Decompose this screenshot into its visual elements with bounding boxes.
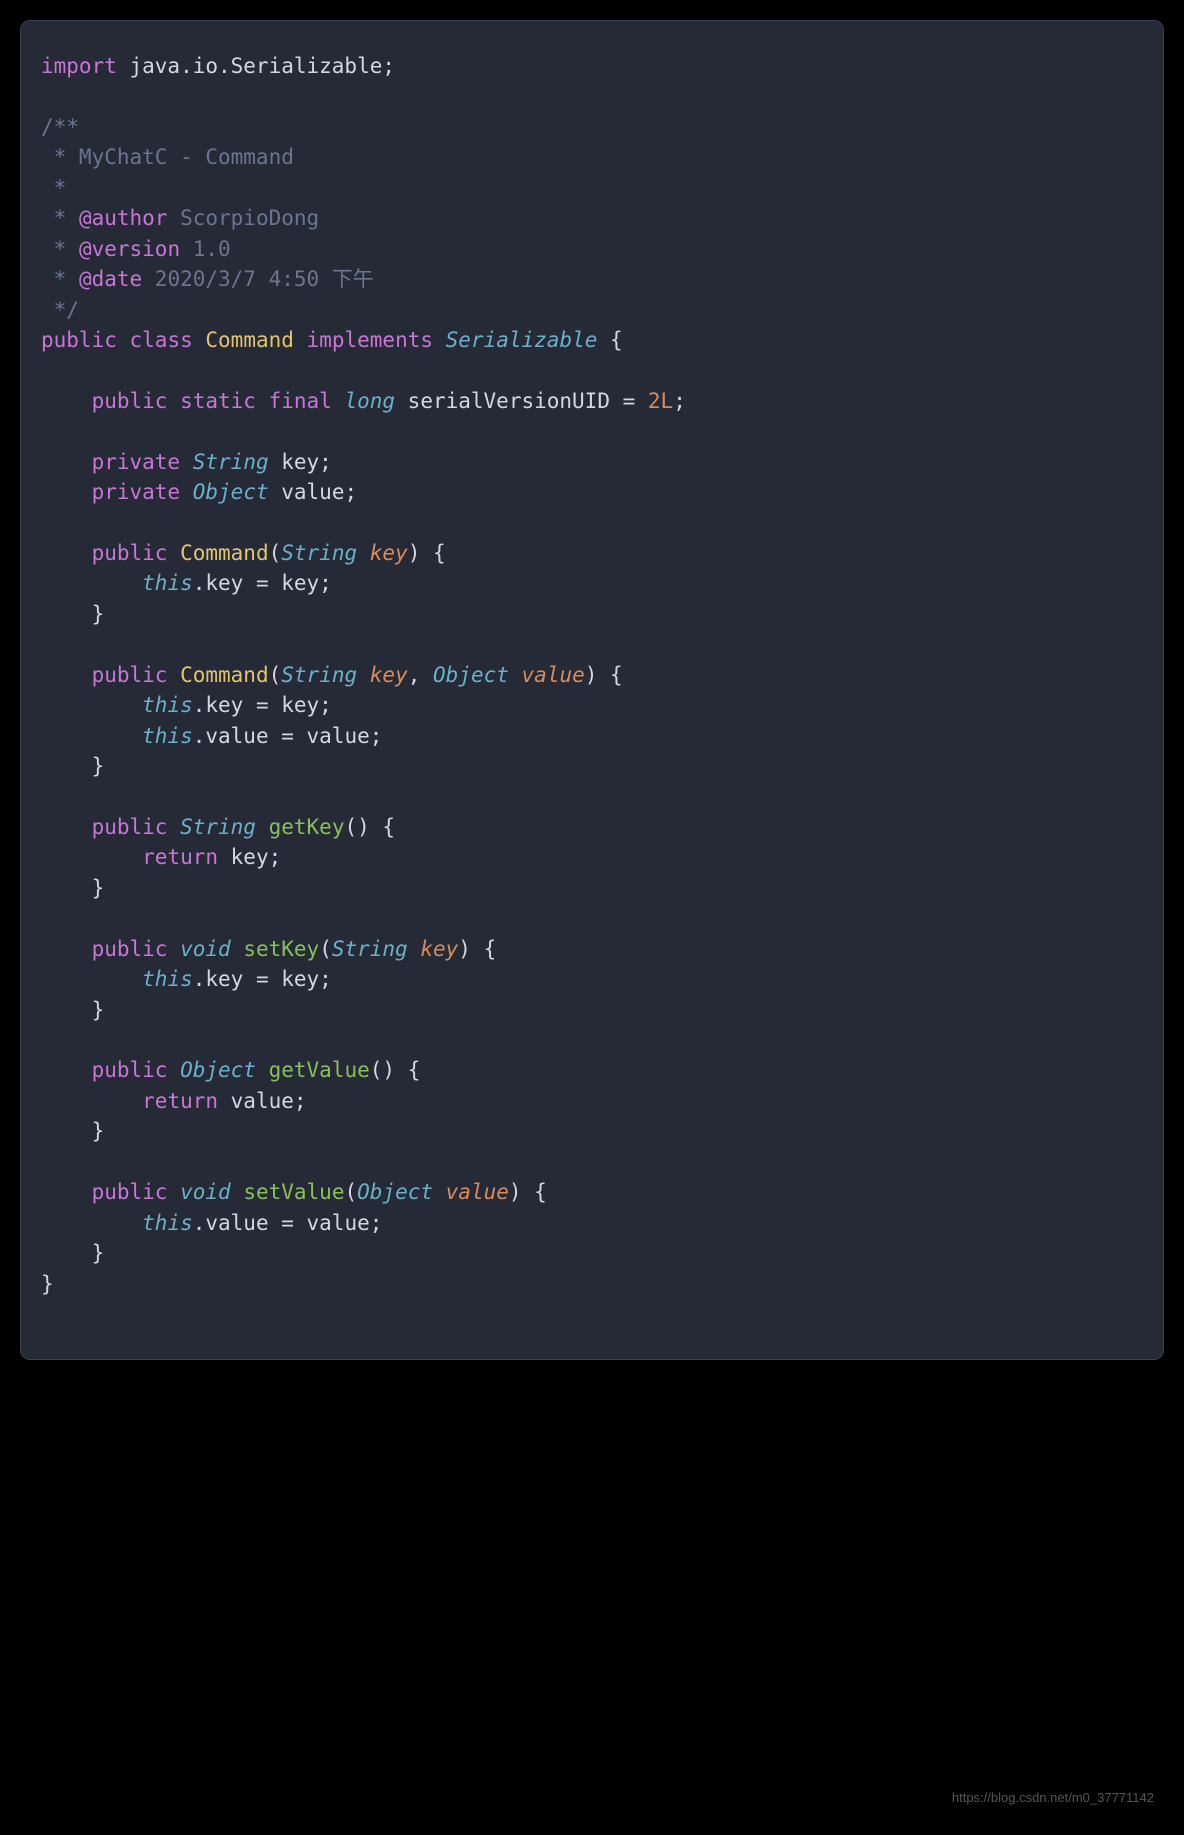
method-getvalue: getValue [269, 1058, 370, 1082]
method-getkey: getKey [269, 815, 345, 839]
paren-open: ( [269, 663, 282, 687]
keyword-return: return [142, 845, 218, 869]
javadoc-version-line: * @version 1.0 [41, 237, 231, 261]
method-setvalue: setValue [243, 1180, 344, 1204]
keyword-this: this [142, 724, 193, 748]
param-name: key [370, 663, 408, 687]
keyword-return: return [142, 1089, 218, 1113]
brace-close: } [92, 602, 105, 626]
method-setkey: setKey [243, 937, 319, 961]
paren-open: ( [344, 1180, 357, 1204]
param-name: value [522, 663, 585, 687]
sig-close: ) { [585, 663, 623, 687]
return-type: Object [180, 1058, 256, 1082]
javadoc-date-val: 2020/3/7 4:50 下午 [142, 267, 374, 291]
keyword-implements: implements [307, 328, 433, 352]
field-uid-name: serialVersionUID = [395, 389, 648, 413]
javadoc-date-tag: @date [79, 267, 142, 291]
javadoc-author-tag: @author [79, 206, 168, 230]
assign-value: .value = value; [193, 724, 383, 748]
keyword-public: public [92, 1058, 168, 1082]
type-serializable: Serializable [446, 328, 598, 352]
return-type: String [180, 815, 256, 839]
keyword-import: import [41, 54, 117, 78]
watermark: https://blog.csdn.net/m0_37771142 [952, 1790, 1154, 1805]
keyword-private: private [92, 480, 181, 504]
brace-close: } [92, 1241, 105, 1265]
sig-close: ) { [458, 937, 496, 961]
brace-close: } [92, 876, 105, 900]
param-type: String [332, 937, 408, 961]
brace-close: } [92, 1119, 105, 1143]
param-name: key [420, 937, 458, 961]
sig-close: () { [370, 1058, 421, 1082]
assign-key: .key = key; [193, 967, 332, 991]
keyword-public: public [92, 937, 168, 961]
keyword-public: public [41, 328, 117, 352]
param-name: value [446, 1180, 509, 1204]
brace-open: { [597, 328, 622, 352]
javadoc-author-line: * @author ScorpioDong [41, 206, 319, 230]
constructor-name: Command [180, 541, 269, 565]
sig-close: () { [344, 815, 395, 839]
keyword-public: public [92, 541, 168, 565]
param-type: Object [433, 663, 509, 687]
class-brace-close: } [41, 1272, 54, 1296]
field-uid-mods: public static final [92, 389, 332, 413]
javadoc-version-tag: @version [79, 237, 180, 261]
javadoc-version-val: 1.0 [180, 237, 231, 261]
assign-value: .value = value; [193, 1211, 383, 1235]
field-key-name: key; [269, 450, 332, 474]
return-val: value; [218, 1089, 307, 1113]
param-name: key [370, 541, 408, 565]
keyword-class: class [130, 328, 193, 352]
semicolon: ; [673, 389, 686, 413]
code-block: import java.io.Serializable; /** * MyCha… [20, 20, 1164, 1360]
param-type: Object [357, 1180, 433, 1204]
paren-open: ( [319, 937, 332, 961]
paren-open: ( [269, 541, 282, 565]
constructor-name: Command [180, 663, 269, 687]
field-value-name: value; [269, 480, 358, 504]
keyword-public: public [92, 1180, 168, 1204]
field-uid-val: 2L [648, 389, 673, 413]
class-name: Command [205, 328, 294, 352]
sig-close: ) { [509, 1180, 547, 1204]
javadoc-author-val: ScorpioDong [167, 206, 319, 230]
javadoc-star: * [41, 176, 66, 200]
brace-close: } [92, 754, 105, 778]
keyword-private: private [92, 450, 181, 474]
param-type: String [281, 541, 357, 565]
type-string: String [193, 450, 269, 474]
return-type: void [180, 1180, 231, 1204]
keyword-this: this [142, 693, 193, 717]
keyword-this: this [142, 967, 193, 991]
keyword-public: public [92, 663, 168, 687]
param-type: String [281, 663, 357, 687]
javadoc-date-line: * @date 2020/3/7 4:50 下午 [41, 267, 374, 291]
type-long: long [344, 389, 395, 413]
comma: , [408, 663, 433, 687]
keyword-this: this [142, 1211, 193, 1235]
return-type: void [180, 937, 231, 961]
keyword-public: public [92, 815, 168, 839]
return-val: key; [218, 845, 281, 869]
type-object: Object [193, 480, 269, 504]
keyword-this: this [142, 571, 193, 595]
assign-key: .key = key; [193, 693, 332, 717]
import-path: java.io.Serializable; [117, 54, 395, 78]
sig-close: ) { [408, 541, 446, 565]
code-content: import java.io.Serializable; /** * MyCha… [41, 51, 1143, 1299]
javadoc-open: /** [41, 115, 79, 139]
javadoc-desc: * MyChatC - Command [41, 145, 294, 169]
javadoc-close: */ [41, 298, 79, 322]
assign-key: .key = key; [193, 571, 332, 595]
brace-close: } [92, 998, 105, 1022]
